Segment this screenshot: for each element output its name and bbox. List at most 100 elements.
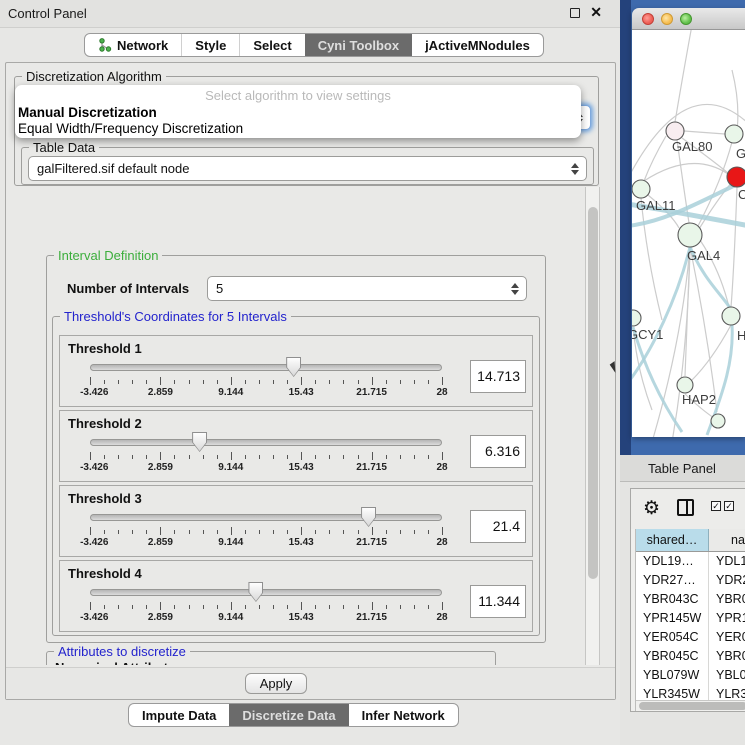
network-node-gal80[interactable] — [666, 122, 684, 140]
network-graph: GAL80GACGAL11GAL4GCY1HHAP2 — [632, 30, 745, 437]
algorithm-popup-prompt: Select algorithm to view settings — [15, 88, 581, 105]
threshold-value-field[interactable]: 6.316 — [470, 435, 526, 468]
table-row[interactable]: YDR27…YDR2 — [636, 571, 745, 590]
network-node-gcy1[interactable] — [632, 310, 641, 326]
threshold-value-field[interactable]: 14.713 — [470, 360, 526, 393]
table-data-title: Table Data — [29, 140, 99, 155]
threshold-slider[interactable]: -3.4262.8599.14415.4321.71528 — [90, 585, 442, 625]
tab-jactivemnodules[interactable]: jActiveMNodules — [412, 34, 543, 56]
node-label: GAL11 — [636, 198, 676, 213]
table-row[interactable]: YBL079WYBL0 — [636, 666, 745, 685]
threshold-value-field[interactable]: 11.344 — [470, 585, 526, 618]
table-cell: YER0 — [709, 628, 745, 647]
float-window-icon[interactable] — [570, 8, 580, 18]
network-node[interactable] — [711, 414, 725, 428]
combo-stepper-icon — [508, 280, 522, 298]
tab-label: Network — [117, 38, 168, 53]
algorithm-option[interactable]: Equal Width/Frequency Discretization — [15, 121, 581, 137]
table-row[interactable]: YBR043CYBR0 — [636, 590, 745, 609]
bottom-tab-discretize-data[interactable]: Discretize Data — [229, 704, 348, 726]
table-row[interactable]: YLR345WYLR3 — [636, 685, 745, 700]
network-edge[interactable] — [641, 198, 662, 320]
close-traffic-light-icon[interactable] — [642, 13, 654, 25]
split-columns-icon[interactable] — [677, 499, 694, 516]
threshold-value-field[interactable]: 21.4 — [470, 510, 526, 543]
table-cell: YDR27… — [636, 571, 709, 590]
tab-style[interactable]: Style — [181, 34, 239, 56]
threshold-slider[interactable]: -3.4262.8599.14415.4321.71528 — [90, 360, 442, 400]
network-node-gal11[interactable] — [632, 180, 650, 198]
panel-vertical-scrollbar[interactable] — [585, 187, 600, 665]
threshold-slider[interactable]: -3.4262.8599.14415.4321.71528 — [90, 435, 442, 475]
tick-label: 9.144 — [218, 537, 243, 548]
slider-thumb[interactable] — [361, 507, 376, 527]
table-row[interactable]: YDL19…YDL1 — [636, 552, 745, 571]
slider-thumb[interactable] — [192, 432, 207, 452]
table-toolbar: ⚙ ✓ ✓ — [631, 489, 745, 529]
select-columns-icon[interactable]: ✓ ✓ — [711, 501, 734, 511]
slider-thumb[interactable] — [286, 357, 301, 377]
scrollbar-thumb[interactable] — [639, 702, 745, 710]
network-view-window[interactable]: GAL80GACGAL11GAL4GCY1HHAP2 — [632, 8, 745, 437]
network-node-gal4[interactable] — [678, 223, 702, 247]
interval-definition-group: Interval Definition Number of Intervals … — [46, 255, 546, 643]
network-node-c[interactable] — [727, 167, 745, 187]
network-node-ga[interactable] — [725, 125, 743, 143]
checkbox-icon: ✓ — [711, 501, 721, 511]
network-window-titlebar[interactable] — [632, 8, 745, 30]
tick-label: 2.859 — [148, 462, 173, 473]
network-node-hap2[interactable] — [677, 377, 693, 393]
tab-select[interactable]: Select — [239, 34, 304, 56]
bottom-tab-infer-network[interactable]: Infer Network — [349, 704, 458, 726]
algorithm-option[interactable]: Manual Discretization — [15, 105, 581, 121]
threshold-row: Threshold 1-3.4262.8599.14415.4321.71528… — [59, 335, 533, 407]
tab-label: Select — [253, 38, 291, 53]
gear-icon[interactable]: ⚙ — [643, 497, 660, 520]
algorithm-dropdown-popup: Select algorithm to view settings Manual… — [15, 85, 581, 138]
top-tabbar: Network Style Select Cyni ToolboxjActiveMNo… — [84, 33, 544, 57]
threshold-label: Threshold 3 — [68, 491, 142, 506]
network-canvas[interactable]: GAL80GACGAL11GAL4GCY1HHAP2 — [632, 30, 745, 437]
network-edge[interactable] — [652, 247, 690, 437]
tick-label: 28 — [436, 462, 447, 473]
table-row[interactable]: YER054CYER0 — [636, 628, 745, 647]
bottom-tab-impute-data[interactable]: Impute Data — [129, 704, 229, 726]
column-header-1[interactable]: shared… — [636, 529, 709, 551]
table-data-value: galFiltered.sif default node — [37, 161, 189, 176]
node-label: H — [737, 328, 745, 343]
table-header-row: shared…na — [636, 529, 745, 552]
table-row[interactable]: YPR145WYPR1 — [636, 609, 745, 628]
slider-thumb[interactable] — [248, 582, 263, 602]
number-of-intervals-combobox[interactable]: 5 — [207, 276, 527, 301]
apply-button[interactable]: Apply — [245, 673, 307, 694]
network-edge[interactable] — [731, 187, 737, 307]
number-of-intervals-row: Number of Intervals 5 — [59, 276, 535, 302]
table-cell: YBR045C — [636, 647, 709, 666]
tab-network[interactable]: Network — [85, 34, 181, 56]
network-edge[interactable] — [684, 131, 725, 134]
table-panel-titlebar: Table Panel — [620, 455, 745, 482]
column-header-2[interactable]: na — [709, 529, 745, 551]
scrollbar-thumb[interactable] — [588, 207, 598, 579]
minimize-traffic-light-icon[interactable] — [661, 13, 673, 25]
table-cell: YDL1 — [709, 552, 745, 571]
tick-label: 2.859 — [148, 537, 173, 548]
close-icon[interactable]: ✕ — [590, 4, 602, 21]
tick-label: 9.144 — [218, 462, 243, 473]
numerical-attributes-label: Numerical Attributes — [55, 660, 182, 665]
network-node-h[interactable] — [722, 307, 740, 325]
number-of-intervals-label: Number of Intervals — [67, 281, 189, 296]
tick-label: 9.144 — [218, 387, 243, 398]
threshold-slider[interactable]: -3.4262.8599.14415.4321.71528 — [90, 510, 442, 550]
table-panel-title: Table Panel — [648, 461, 716, 476]
network-edge[interactable] — [698, 142, 732, 226]
network-edge[interactable] — [644, 164, 728, 181]
zoom-traffic-light-icon[interactable] — [680, 13, 692, 25]
table-row[interactable]: YBR045CYBR0 — [636, 647, 745, 666]
table-horizontal-scrollbar[interactable] — [636, 700, 745, 711]
network-edge-highlighted[interactable] — [633, 327, 682, 432]
tab-cyni-toolbox[interactable]: Cyni Toolbox — [305, 34, 412, 56]
table-cell: YBL079W — [636, 666, 709, 685]
table-data-combobox[interactable]: galFiltered.sif default node — [28, 156, 587, 181]
tick-label: 2.859 — [148, 387, 173, 398]
